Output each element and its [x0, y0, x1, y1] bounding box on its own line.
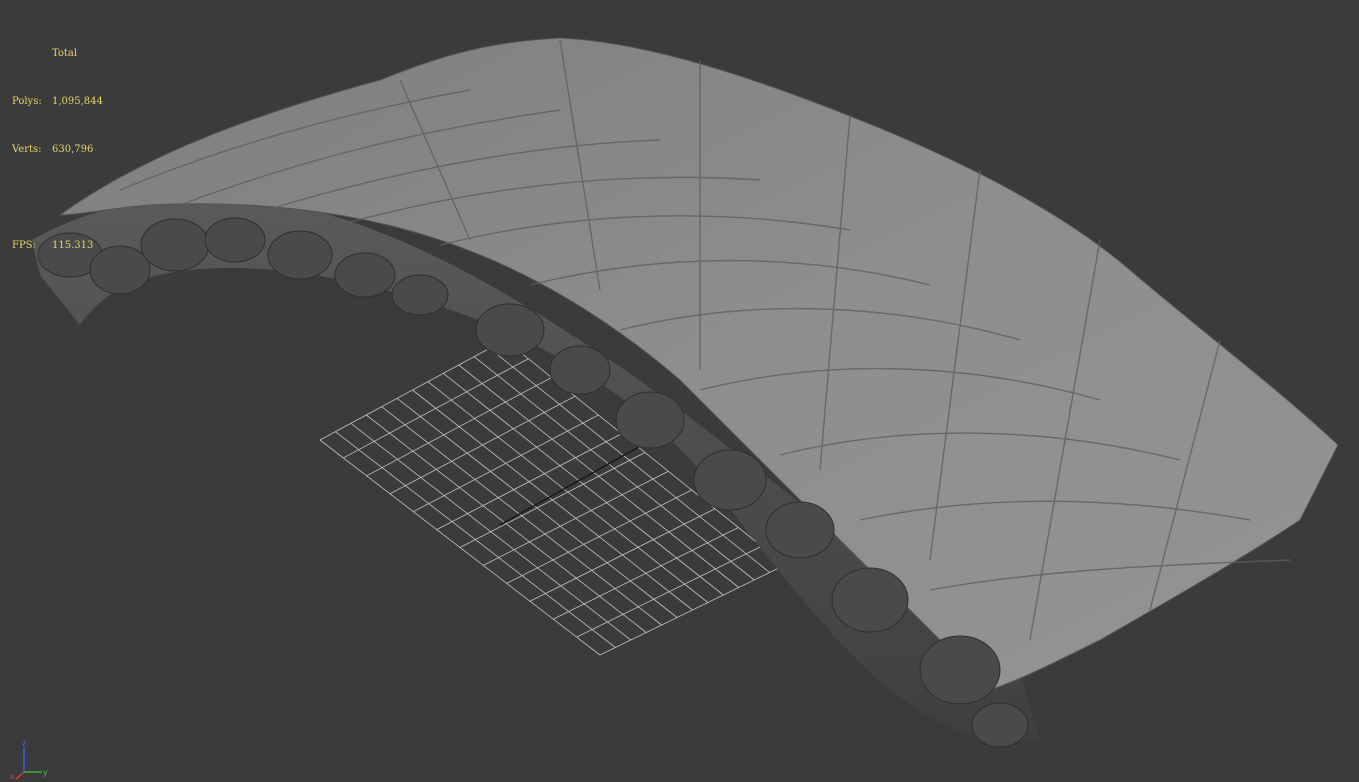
verts-label: Verts: [12, 144, 42, 155]
viewport-scene[interactable] [0, 0, 1359, 782]
grid-axis-line [499, 444, 643, 526]
grid-line [459, 452, 646, 548]
verts-value: 630,796 [52, 144, 94, 155]
axis-x-label: x [10, 772, 15, 780]
polys-row: Polys: 1,095,844 [12, 94, 103, 110]
grid-line [506, 489, 692, 584]
grid-line [576, 545, 762, 638]
polys-label: Polys: [12, 96, 42, 107]
grid-line [553, 527, 739, 620]
grid-line [443, 373, 724, 596]
axis-z-label: z [22, 739, 26, 748]
axis-gizmo-icon: z y x [10, 739, 48, 780]
fps-value: 115.313 [52, 240, 94, 251]
fps-row: FPS: 115.313 [12, 238, 103, 254]
polys-value: 1,095,844 [52, 96, 103, 107]
verts-row: Verts: 630,796 [12, 142, 103, 158]
grid-line [529, 508, 716, 602]
viewport-statistics: Total Polys: 1,095,844 Verts: 630,796 FP… [12, 14, 103, 286]
stats-title: Total [52, 48, 78, 59]
bridge-deck [58, 37, 1339, 691]
fps-label: FPS: [12, 240, 36, 251]
3d-viewport[interactable]: Total Polys: 1,095,844 Verts: 630,796 FP… [0, 0, 1359, 782]
axis-y-label: y [43, 768, 48, 777]
